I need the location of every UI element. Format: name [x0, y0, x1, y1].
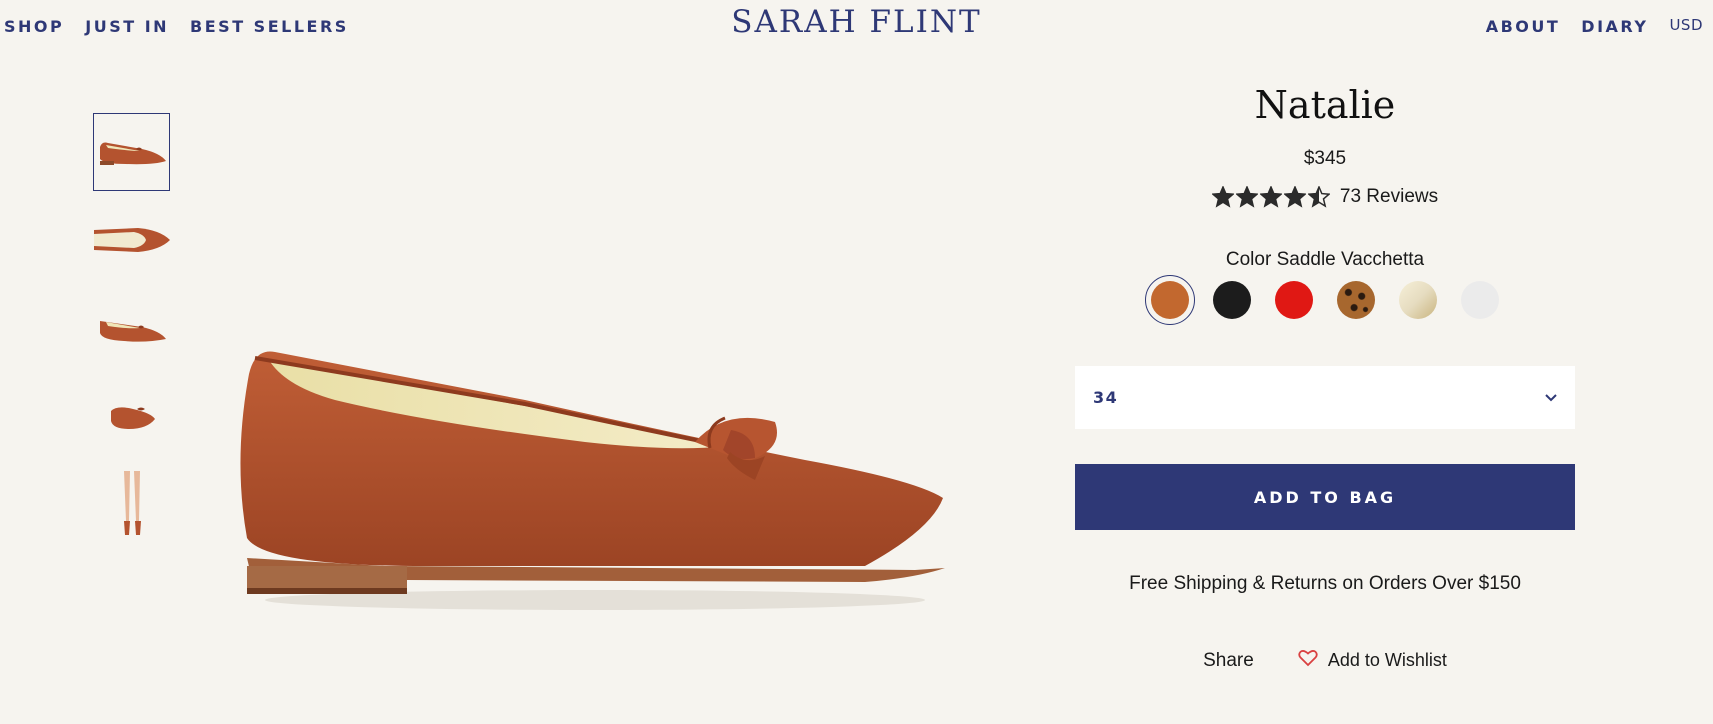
- star-icon: [1211, 186, 1234, 208]
- shipping-message: Free Shipping & Returns on Orders Over $…: [1129, 573, 1521, 594]
- currency-selector[interactable]: USD: [1669, 16, 1703, 34]
- nav-diary[interactable]: DIARY: [1581, 17, 1648, 36]
- star-icon: [1235, 186, 1258, 208]
- color-swatch-2[interactable]: [1207, 275, 1257, 325]
- swatch-color-chip: [1151, 281, 1189, 319]
- swatch-color-chip: [1399, 281, 1437, 319]
- product-actions: Share Add to Wishlist: [1075, 649, 1575, 672]
- color-swatch-6[interactable]: [1455, 275, 1505, 325]
- color-swatches: [1075, 275, 1575, 325]
- color-label: Color Saddle Vacchetta: [1075, 249, 1575, 271]
- swatch-color-chip: [1337, 281, 1375, 319]
- wishlist-label: Add to Wishlist: [1327, 650, 1447, 670]
- add-to-wishlist-button[interactable]: Add to Wishlist: [1298, 649, 1447, 672]
- color-swatch-1[interactable]: [1145, 275, 1195, 325]
- swatch-color-chip: [1461, 281, 1499, 319]
- color-label-prefix: Color: [1225, 249, 1272, 270]
- color-swatch-4[interactable]: [1331, 275, 1381, 325]
- product-title: Natalie: [1254, 83, 1396, 127]
- star-icon: [1307, 186, 1330, 208]
- product-price: $345: [1303, 148, 1347, 169]
- color-value: Saddle Vacchetta: [1276, 249, 1425, 270]
- brand-logo[interactable]: SARAH FLINT: [0, 4, 1713, 40]
- thumbnail-back-view[interactable]: [93, 377, 170, 455]
- swatch-color-chip: [1275, 281, 1313, 319]
- share-button[interactable]: Share: [1203, 650, 1254, 672]
- nav-about[interactable]: ABOUT: [1486, 17, 1561, 36]
- star-icon: [1259, 186, 1282, 208]
- add-to-bag-button[interactable]: ADD TO BAG: [1075, 464, 1575, 530]
- chevron-down-icon: [1545, 389, 1557, 407]
- color-swatch-5[interactable]: [1393, 275, 1443, 325]
- thumbnail-top-view[interactable]: [93, 201, 170, 279]
- thumbnail-angle-view[interactable]: [93, 289, 170, 367]
- product-rating[interactable]: 73 Reviews: [1075, 186, 1575, 208]
- reviews-link[interactable]: 73 Reviews: [1340, 186, 1438, 208]
- heart-icon: [1298, 649, 1318, 672]
- star-icon: [1283, 186, 1306, 208]
- thumbnail-on-model[interactable]: [93, 465, 170, 543]
- secondary-nav: ABOUT DIARY USD: [1486, 16, 1703, 36]
- color-swatch-3[interactable]: [1269, 275, 1319, 325]
- thumbnail-gallery: [93, 113, 173, 553]
- size-selected-value: 34: [1093, 388, 1119, 407]
- swatch-color-chip: [1213, 281, 1251, 319]
- thumbnail-side-view[interactable]: [93, 113, 170, 191]
- main-product-image[interactable]: [225, 330, 965, 630]
- rating-stars: [1211, 186, 1330, 208]
- size-dropdown[interactable]: 34: [1075, 366, 1575, 429]
